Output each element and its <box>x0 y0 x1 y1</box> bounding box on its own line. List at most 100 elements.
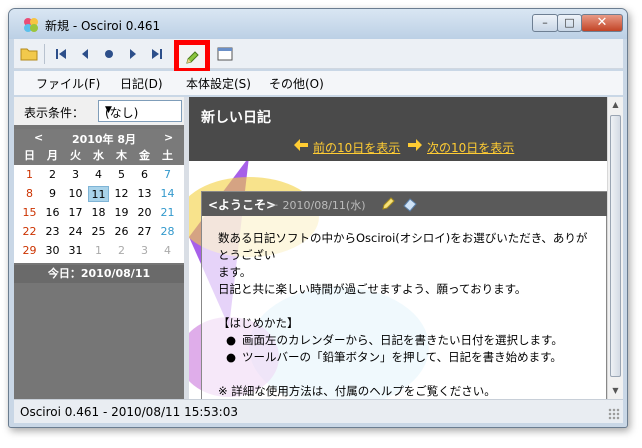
entry-date: － 2010/08/11(水) <box>268 199 366 212</box>
prev-10-days-link[interactable]: 前の10日を表示 <box>313 139 400 156</box>
content-header: 新しい日記 前の10日を表示 次の10日を表示 <box>189 97 607 161</box>
toolbar-separator <box>44 44 45 64</box>
calendar-day[interactable]: 4 <box>88 167 109 183</box>
edit-pencil-icon[interactable] <box>380 196 396 212</box>
pencil-icon[interactable] <box>184 50 200 66</box>
calendar-day[interactable]: 1 <box>19 167 40 183</box>
chevron-down-icon: ▼ <box>105 105 112 115</box>
bullet-text: 画面左のカレンダーから、日記を書きたい日付を選択します。 <box>242 333 563 347</box>
record-icon[interactable] <box>98 43 120 65</box>
calendar-prev-button[interactable]: < <box>34 131 43 144</box>
calendar-day[interactable]: 1 <box>88 243 109 259</box>
window-view-icon[interactable] <box>214 43 236 65</box>
calendar-day[interactable]: 20 <box>134 205 155 221</box>
weekday-header: 日 <box>24 149 35 162</box>
calendar-day[interactable]: 11 <box>88 186 109 202</box>
calendar-day[interactable]: 27 <box>134 224 155 240</box>
entry-body: 数ある日記ソフトの中からOsciroi(オシロイ)をお選びいただき、ありがとうご… <box>218 230 598 399</box>
prev-page-icon[interactable] <box>74 43 96 65</box>
calendar-day[interactable]: 3 <box>65 167 86 183</box>
diary-content: 新しい日記 前の10日を表示 次の10日を表示 <ようこそ> － 2010/08… <box>189 97 607 399</box>
menu-other[interactable]: その他(O) <box>269 75 324 92</box>
calendar-day[interactable]: 16 <box>42 205 63 221</box>
status-bar: Osciroi 0.461 - 2010/08/11 15:53:03 <box>14 399 623 423</box>
calendar-day[interactable]: 8 <box>19 186 40 202</box>
today-label[interactable]: 今日：2010/08/11 <box>14 265 184 283</box>
maximize-button[interactable]: □ <box>557 14 582 32</box>
calendar-day[interactable]: 13 <box>134 186 155 202</box>
calendar-day[interactable]: 26 <box>111 224 132 240</box>
calendar-day[interactable]: 23 <box>42 224 63 240</box>
calendar-day[interactable]: 29 <box>19 243 40 259</box>
weekday-header: 土 <box>162 149 173 162</box>
calendar-day[interactable]: 22 <box>19 224 40 240</box>
arrow-left-icon[interactable] <box>293 138 309 152</box>
calendar-day[interactable]: 12 <box>111 186 132 202</box>
vertical-scrollbar[interactable]: ▲ ▼ <box>607 97 623 399</box>
calendar-day[interactable]: 30 <box>42 243 63 259</box>
entry-text-line: ます。 <box>218 265 252 279</box>
minimize-button[interactable]: – <box>532 14 558 32</box>
calendar-day[interactable]: 9 <box>42 186 63 202</box>
first-page-icon[interactable] <box>50 43 72 65</box>
calendar-month-label: 2010年 8月 <box>71 133 137 146</box>
scroll-down-icon[interactable]: ▼ <box>608 383 623 399</box>
entry-bullet: ● 画面左のカレンダーから、日記を書きたい日付を選択します。 <box>218 332 598 349</box>
window-title: 新規 - Osciroi 0.461 <box>45 19 161 33</box>
calendar-next-button[interactable]: > <box>164 131 173 144</box>
filter-dropdown[interactable]: (なし) ▼ <box>98 100 182 122</box>
calendar-day[interactable]: 4 <box>157 243 178 259</box>
filter-row: 表示条件： (なし) ▼ <box>14 97 184 125</box>
calendar-day[interactable]: 6 <box>134 167 155 183</box>
calendar-day[interactable]: 2 <box>42 167 63 183</box>
entry-title: <ようこそ> <box>208 198 277 212</box>
calendar: < 2010年 8月 > 日月火水木金土 1 2 3 4 5 6 7 8 9 10 11 12 13 14… <box>14 129 184 263</box>
calendar-day[interactable]: 14 <box>157 186 178 202</box>
arrow-right-icon[interactable] <box>407 138 423 152</box>
calendar-day[interactable]: 3 <box>134 243 155 259</box>
filter-label: 表示条件： <box>24 106 85 120</box>
resize-grip-icon[interactable] <box>608 408 620 420</box>
calendar-header: < 2010年 8月 > <box>14 129 184 147</box>
calendar-day[interactable]: 18 <box>88 205 109 221</box>
calendar-weekday-row: 日月火水木金土 <box>14 147 184 165</box>
close-button[interactable]: ✕ <box>581 14 623 32</box>
calendar-day[interactable]: 17 <box>65 205 86 221</box>
calendar-day[interactable]: 21 <box>157 205 178 221</box>
last-page-icon[interactable] <box>146 43 168 65</box>
status-text: Osciroi 0.461 - 2010/08/11 15:53:03 <box>20 405 238 419</box>
open-folder-icon[interactable] <box>18 43 40 65</box>
calendar-day[interactable]: 24 <box>65 224 86 240</box>
next-10-days-link[interactable]: 次の10日を表示 <box>427 139 514 156</box>
calendar-day[interactable]: 5 <box>111 167 132 183</box>
app-logo-icon <box>24 18 38 32</box>
calendar-day[interactable]: 15 <box>19 205 40 221</box>
weekday-header: 水 <box>93 149 104 162</box>
calendar-day[interactable]: 2 <box>111 243 132 259</box>
toolbar <box>14 39 623 73</box>
scroll-up-icon[interactable]: ▲ <box>608 97 623 113</box>
calendar-day[interactable]: 25 <box>88 224 109 240</box>
bullet-dot: ● <box>226 350 237 364</box>
pencil-button-highlight[interactable] <box>174 40 210 73</box>
content-title: 新しい日記 <box>201 110 271 126</box>
menu-settings[interactable]: 本体設定(S) <box>186 75 251 92</box>
calendar-day[interactable]: 28 <box>157 224 178 240</box>
calendar-day[interactable]: 19 <box>111 205 132 221</box>
bullet-text: ツールバーの「鉛筆ボタン」を押して、日記を書き始めます。 <box>242 350 562 364</box>
menu-file[interactable]: ファイル(F) <box>36 75 100 92</box>
scrollbar-thumb[interactable] <box>610 115 621 377</box>
calendar-day[interactable]: 7 <box>157 167 178 183</box>
entry-header: <ようこそ> － 2010/08/11(水) <box>202 192 607 216</box>
next-page-icon[interactable] <box>122 43 144 65</box>
title-bar[interactable]: 新規 - Osciroi 0.461 – □ ✕ <box>9 9 627 39</box>
menu-diary[interactable]: 日記(D) <box>120 75 163 92</box>
eraser-icon[interactable] <box>402 196 418 212</box>
entry-text-line: 数ある日記ソフトの中からOsciroi(オシロイ)をお選びいただき、ありがとうご… <box>218 231 588 262</box>
calendar-day[interactable]: 10 <box>65 186 86 202</box>
menu-bar: ファイル(F) 日記(D) 本体設定(S) その他(O) <box>14 71 623 95</box>
calendar-day[interactable]: 31 <box>65 243 86 259</box>
weekday-header: 月 <box>47 149 58 162</box>
weekday-header: 木 <box>116 149 127 162</box>
